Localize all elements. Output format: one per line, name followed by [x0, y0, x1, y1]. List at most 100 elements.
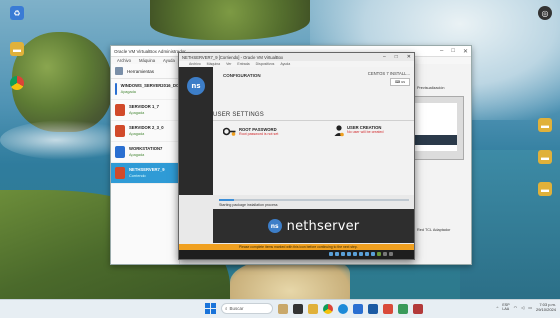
recording-status-icon[interactable] — [371, 252, 375, 256]
vm-state: Apagada — [129, 132, 145, 136]
vm-menu-archivo[interactable]: Archivo — [189, 62, 201, 66]
user-settings-heading: USER SETTINGS — [213, 112, 264, 118]
chrome-right-icon[interactable]: ◎ — [538, 6, 552, 20]
taskbar-apps: ⌕ Buscar — [205, 303, 423, 314]
vm-status-icons — [329, 250, 413, 258]
keyboard-layout-label: us — [401, 80, 405, 84]
network-status-icon[interactable] — [347, 252, 351, 256]
user-icon — [334, 125, 344, 137]
folder-right-3-icon[interactable]: ▬ — [538, 182, 552, 196]
widgets-icon[interactable] — [278, 303, 288, 314]
battery-icon[interactable]: ▭ — [528, 305, 532, 310]
tools-row[interactable]: Herramientas — [111, 64, 179, 79]
menu-ayuda[interactable]: Ayuda — [163, 58, 175, 63]
vm-state: Apagada — [120, 90, 136, 94]
install-progress: Starting package installation process — [219, 199, 409, 207]
wallpaper-rock — [12, 32, 112, 132]
virtualbox-title: Oracle VM VirtualBox Administrador — [114, 48, 186, 54]
system-tray: ^ ESP LAA ◠ ◁ ▭ 7:03 p.m. 29/10/2024 — [497, 302, 556, 312]
user-creation-spoke[interactable]: USER CREATION No user will be created — [334, 125, 384, 137]
cpu-status-icon[interactable] — [377, 252, 381, 256]
tray-chevron-icon[interactable]: ^ — [497, 305, 499, 310]
vm-list: Herramientas WINDOWS_SERVER2016_DC Apagad… — [111, 64, 180, 264]
vm-titlebar[interactable]: NETHSERVER7_9 [Corriendo] - Oracle VM Vi… — [179, 53, 414, 61]
vm-item-workstation[interactable]: WORKSTATION7 Apagada — [111, 142, 179, 163]
tools-icon — [115, 67, 123, 75]
recycle-bin-icon[interactable]: ♻ — [10, 6, 24, 20]
maps-icon[interactable] — [383, 303, 393, 314]
minimize-icon[interactable]: – — [383, 54, 386, 60]
vm-os-icon — [115, 83, 117, 95]
audio-status-icon[interactable] — [341, 252, 345, 256]
chrome-icon[interactable] — [10, 76, 24, 90]
root-password-spoke[interactable]: ROOT PASSWORD Root password is not set — [223, 127, 278, 137]
vm-os-icon — [115, 125, 125, 137]
task-view-icon[interactable] — [293, 303, 303, 314]
vm-item-servidor-2[interactable]: SERVIDOR 2_3_0 Apagada — [111, 121, 179, 142]
close-icon[interactable]: ✕ — [407, 54, 411, 60]
root-password-warning: Root password is not set — [239, 132, 279, 136]
edge-icon[interactable] — [338, 303, 348, 314]
volume-icon[interactable]: ◁ — [521, 305, 524, 310]
search-placeholder: Buscar — [229, 306, 244, 311]
vm-menu-ver[interactable]: Ver — [226, 62, 231, 66]
preview-label: Previsualización — [417, 86, 445, 90]
maximize-icon[interactable]: □ — [451, 48, 455, 55]
wifi-icon[interactable]: ◠ — [514, 305, 518, 310]
search-icon: ⌕ — [225, 306, 228, 311]
start-button[interactable] — [205, 303, 216, 314]
vm-menu-dispositivos[interactable]: Dispositivos — [256, 62, 275, 66]
installer-product-title: CENTOS 7 INSTALL... — [367, 71, 410, 76]
configuration-title: CONFIGURATION — [223, 73, 261, 78]
nethserver-logo-icon: ns — [187, 77, 205, 95]
section-divider — [213, 120, 414, 121]
maximize-icon[interactable]: □ — [395, 54, 398, 60]
vm-menu-maquina[interactable]: Máquina — [207, 62, 220, 66]
vm-window-title: NETHSERVER7_9 [Corriendo] - Oracle VM Vi… — [182, 54, 284, 60]
help-area: CENTOS 7 INSTALL... ⌨ us — [368, 71, 410, 86]
banner-brand-text: nethserver — [286, 218, 360, 234]
vm-item-nethserver[interactable]: NETHSERVER7_9 Corriendo — [111, 163, 179, 184]
tools-label: Herramientas — [127, 68, 155, 74]
wallpaper-cliff — [150, 0, 310, 40]
usb-status-icon[interactable] — [353, 252, 357, 256]
side-note: Red TCL Adaptador — [417, 228, 451, 232]
vm-os-icon — [115, 146, 125, 158]
store-icon[interactable] — [353, 303, 363, 314]
disk-status-icon[interactable] — [329, 252, 333, 256]
mouse-status-icon[interactable] — [383, 252, 387, 256]
menu-maquina[interactable]: Máquina — [139, 58, 155, 63]
virtualbox-taskbar-icon[interactable] — [368, 303, 378, 314]
optical-status-icon[interactable] — [335, 252, 339, 256]
app-2-icon[interactable] — [413, 303, 423, 314]
keyboard-status-icon[interactable] — [389, 252, 393, 256]
vm-item-servidor-1[interactable]: SERVIDOR 1_7 Apagada — [111, 100, 179, 121]
vm-state: Corriendo — [129, 174, 146, 178]
vm-console-window: NETHSERVER7_9 [Corriendo] - Oracle VM Vi… — [178, 52, 415, 260]
progress-fill — [219, 199, 235, 201]
shared-folder-status-icon[interactable] — [359, 252, 363, 256]
close-icon[interactable]: ✕ — [463, 48, 468, 55]
keyboard-layout-button[interactable]: ⌨ us — [390, 78, 410, 86]
display-status-icon[interactable] — [365, 252, 369, 256]
installer-screen: ns CONFIGURATION CENTOS 7 INSTALL... ⌨ u… — [179, 67, 414, 244]
progress-status-text: Starting package installation process — [219, 203, 278, 207]
user-creation-warning: No user will be created — [347, 130, 384, 134]
folder-right-icon[interactable]: ▬ — [538, 118, 552, 132]
vm-menu-ayuda[interactable]: Ayuda — [280, 62, 290, 66]
language-indicator[interactable]: ESP LAA — [502, 303, 509, 312]
folder-right-2-icon[interactable]: ▬ — [538, 150, 552, 164]
explorer-icon[interactable] — [308, 303, 318, 314]
progress-track — [219, 199, 409, 201]
vm-item-windows-server[interactable]: WINDOWS_SERVER2016_DC Apagada — [111, 79, 179, 100]
menu-archivo[interactable]: Archivo — [117, 58, 131, 63]
vm-menu-entrada[interactable]: Entrada — [237, 62, 249, 66]
vm-state: Apagada — [129, 111, 145, 115]
taskbar: ⌕ Buscar ^ ESP LAA ◠ ◁ ▭ 7:03 p.m. 29/10… — [0, 299, 560, 318]
taskbar-search[interactable]: ⌕ Buscar — [221, 303, 273, 314]
app-icon[interactable] — [398, 303, 408, 314]
chrome-taskbar-icon[interactable] — [323, 303, 333, 314]
clock[interactable]: 7:03 p.m. 29/10/2024 — [536, 302, 556, 312]
minimize-icon[interactable]: – — [440, 48, 443, 55]
folder-icon[interactable]: ▬ — [10, 42, 24, 56]
